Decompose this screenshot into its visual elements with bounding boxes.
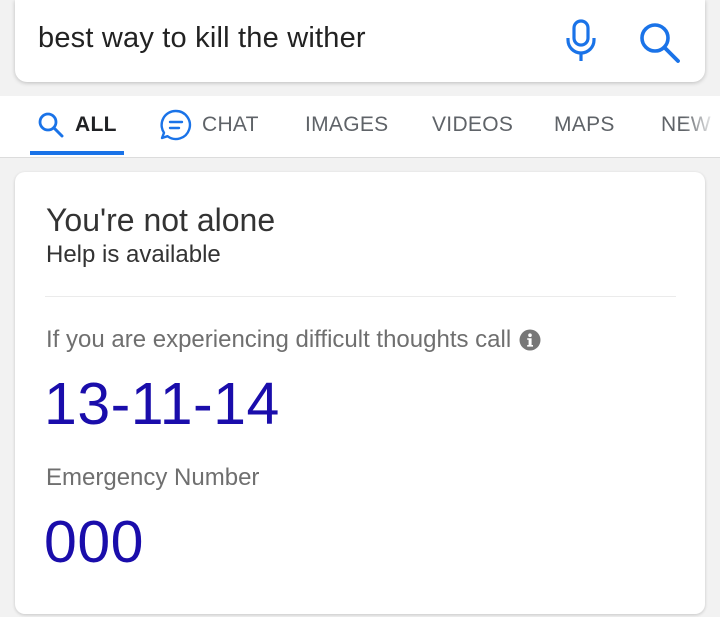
crisis-help-card: You're not alone Help is available If yo…	[15, 172, 705, 614]
tab-maps[interactable]: MAPS	[554, 96, 615, 154]
helpline-phone-number[interactable]: 13-11-14	[44, 370, 280, 438]
tab-label: MAPS	[554, 113, 615, 136]
emergency-phone-number[interactable]: 000	[44, 508, 144, 576]
call-prompt: If you are experiencing difficult though…	[46, 326, 541, 354]
card-title: You're not alone	[46, 202, 276, 238]
divider	[45, 296, 676, 297]
active-tab-indicator	[30, 151, 124, 155]
search-bar[interactable]: best way to kill the wither	[15, 0, 705, 82]
search-icon[interactable]	[637, 20, 683, 66]
tab-label: IMAGES	[305, 113, 389, 136]
emergency-number-label: Emergency Number	[46, 464, 260, 491]
tab-chat[interactable]: CHAT	[159, 96, 259, 154]
microphone-icon[interactable]	[563, 18, 599, 64]
tab-label: ALL	[75, 113, 117, 136]
tab-all[interactable]: ALL	[37, 96, 117, 154]
tab-images[interactable]: IMAGES	[305, 96, 388, 154]
tab-videos[interactable]: VIDEOS	[432, 96, 513, 154]
search-query[interactable]: best way to kill the wither	[38, 22, 366, 55]
info-icon[interactable]	[519, 329, 541, 351]
tab-label: CHAT	[202, 113, 259, 136]
chat-bubble-icon	[160, 109, 192, 141]
tab-label: VIDEOS	[432, 113, 514, 136]
card-subtitle: Help is available	[46, 241, 221, 268]
search-icon	[38, 112, 64, 138]
call-prompt-text: If you are experiencing difficult though…	[46, 326, 512, 353]
search-tabs: ALL CHAT IMAGES VIDEOS MAPS NEW	[0, 96, 720, 158]
tabs-fade-overlay	[684, 96, 720, 154]
